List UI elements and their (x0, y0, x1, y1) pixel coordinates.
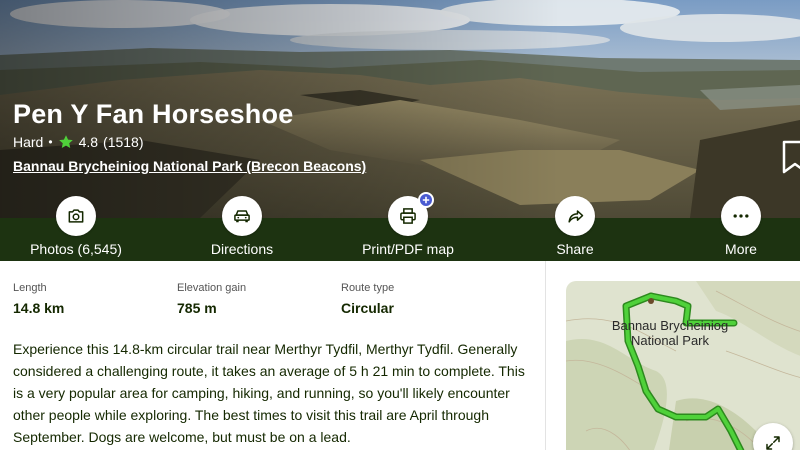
more-label: More (725, 241, 757, 257)
share-button[interactable]: Share (510, 196, 640, 260)
meta-separator: • (48, 135, 53, 149)
bookmark-icon[interactable] (780, 140, 800, 174)
directions-button[interactable]: Directions (177, 196, 307, 260)
review-count[interactable]: (1518) (103, 134, 143, 150)
share-label: Share (556, 241, 594, 257)
trail-meta: Hard • 4.8 (1518) (13, 134, 144, 150)
rating-star-icon (58, 135, 73, 148)
stat-route-type-key: Route type (341, 282, 395, 294)
trail-description: Experience this 14.8-km circular trail n… (13, 341, 525, 445)
stat-route-type: Route type Circular (341, 282, 394, 316)
map-park-label: Bannau Brycheiniog National Park (611, 318, 729, 348)
directions-label: Directions (210, 241, 274, 257)
column-divider (545, 261, 546, 450)
car-icon (234, 210, 250, 223)
stat-length: Length 14.8 km (13, 282, 64, 316)
camera-icon (68, 209, 84, 223)
trail-title: Pen Y Fan Horseshoe (13, 99, 294, 129)
stat-elevation-gain: Elevation gain 785 m (177, 282, 246, 316)
stat-elevation-key: Elevation gain (177, 282, 247, 294)
printer-icon (400, 208, 416, 224)
stat-route-type-value: Circular (341, 300, 394, 316)
stat-elevation-value: 785 m (177, 300, 217, 316)
rating-value: 4.8 (78, 134, 99, 150)
print-pdf-map-label: Print/PDF map (362, 241, 454, 257)
more-dots-icon (733, 214, 749, 218)
photos-button[interactable]: Photos (6,545) (11, 196, 141, 260)
share-arrow-icon (568, 210, 584, 223)
photos-label: Photos (6,545) (30, 241, 122, 257)
park-link[interactable]: Bannau Brycheiniog National Park (Brecon… (13, 158, 366, 174)
plus-badge-icon (418, 192, 434, 208)
difficulty-label: Hard (13, 134, 44, 150)
more-button[interactable]: More (676, 196, 800, 260)
expand-arrows-icon (766, 436, 780, 450)
stat-length-value: 14.8 km (13, 300, 65, 316)
hero-banner: Pen Y Fan Horseshoe Hard • 4.8 (1518) Ba… (0, 0, 800, 218)
stat-length-key: Length (13, 282, 47, 294)
print-pdf-map-button[interactable]: Print/PDF map (343, 192, 473, 260)
